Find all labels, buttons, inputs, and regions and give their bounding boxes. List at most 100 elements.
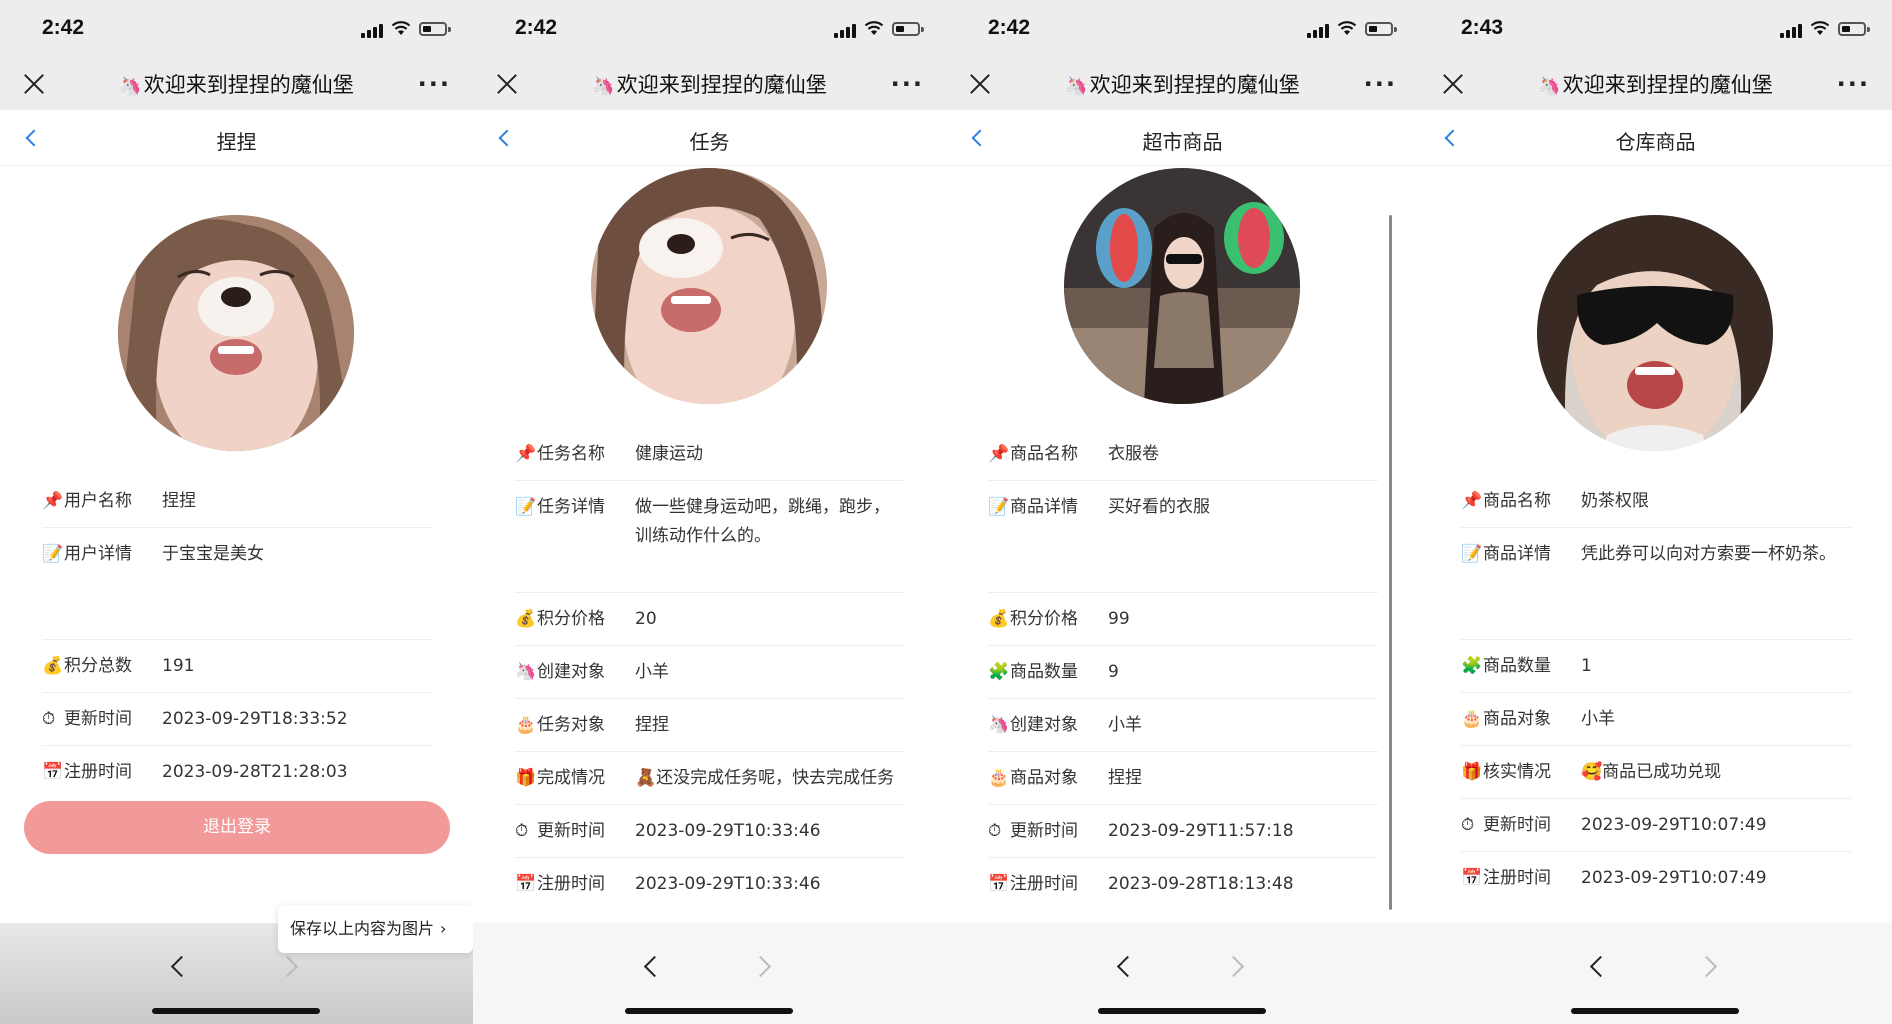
- money-bag-icon: 💰: [988, 609, 1010, 629]
- list-item: 📌商品名称 奶茶权限: [1461, 475, 1851, 528]
- app-title: 🦄欢迎来到捏捏的魔仙堡: [1538, 73, 1773, 97]
- save-as-image-button[interactable]: 保存以上内容为图片 ›: [278, 905, 473, 953]
- stopwatch-icon: ⏱: [42, 709, 56, 729]
- cake-icon: 🎂: [515, 715, 537, 735]
- more-menu-icon[interactable]: ···: [891, 70, 924, 98]
- screenshot-collage: 2:42 🦄欢迎来到捏捏的魔仙堡 ··· 捏捏 📌用户名称 捏捏 📝用户详情 于…: [0, 0, 1892, 1024]
- page-header: 任务: [473, 110, 946, 166]
- page-header: 超市商品: [946, 110, 1419, 166]
- browser-bottom-bar: [946, 923, 1419, 1024]
- phone-screen-task: 2:42 🦄欢迎来到捏捏的魔仙堡 ··· 任务 📌任务名称 健康运动 📝任务详情…: [473, 0, 946, 1024]
- page-header: 仓库商品: [1419, 110, 1892, 166]
- nav-forward-icon[interactable]: [1224, 953, 1250, 979]
- puzzle-icon: 🧩: [1461, 656, 1483, 676]
- nav-forward-icon[interactable]: [278, 953, 304, 979]
- more-menu-icon[interactable]: ···: [1364, 70, 1397, 98]
- home-indicator: [1098, 1008, 1266, 1014]
- avatar: [1064, 168, 1300, 404]
- info-list: 📌任务名称 健康运动 📝任务详情 做一些健身运动吧，跳绳，跑步，训练动作什么的。 💰…: [515, 428, 905, 911]
- page-header: 捏捏: [0, 110, 473, 166]
- nav-back-icon[interactable]: [165, 953, 191, 979]
- unicorn-icon: 🦄: [988, 715, 1010, 735]
- wechat-title-bar: 2:42 🦄欢迎来到捏捏的魔仙堡 ···: [473, 0, 946, 110]
- memo-icon: 📝: [1461, 544, 1483, 564]
- chevron-right-icon: ›: [440, 919, 447, 938]
- scrollbar[interactable]: [1389, 215, 1392, 910]
- list-item: 🧩商品数量 9: [988, 646, 1378, 699]
- battery-icon: [419, 22, 447, 36]
- avatar: [118, 215, 354, 451]
- list-item: 🎂商品对象 小羊: [1461, 693, 1851, 746]
- list-item: 🦄创建对象 小羊: [988, 699, 1378, 752]
- list-item: 💰积分价格 20: [515, 593, 905, 646]
- calendar-icon: 📅: [42, 762, 64, 782]
- battery-icon: [1838, 22, 1866, 36]
- list-item: 📌用户名称 捏捏: [42, 475, 432, 528]
- wifi-icon: [391, 21, 411, 35]
- nav-back-icon[interactable]: [638, 953, 664, 979]
- nav-back-icon[interactable]: [1584, 953, 1610, 979]
- list-item: ⏱ 更新时间 2023-09-29T10:07:49: [1461, 799, 1851, 852]
- logout-button[interactable]: 退出登录: [24, 801, 450, 854]
- list-item: 🎂商品对象 捏捏: [988, 752, 1378, 805]
- money-bag-icon: 💰: [515, 609, 537, 629]
- memo-icon: 📝: [988, 497, 1010, 517]
- calendar-icon: 📅: [1461, 868, 1483, 888]
- signal-icon: [361, 33, 365, 38]
- status-time: 2:42: [988, 16, 1031, 39]
- wechat-title-bar: 2:42 🦄欢迎来到捏捏的魔仙堡 ···: [0, 0, 473, 110]
- list-item: 🎁完成情况 🧸还没完成任务呢，快去完成任务: [515, 752, 905, 805]
- page-title: 任务: [689, 130, 730, 154]
- list-item: 📅注册时间 2023-09-29T10:33:46: [515, 858, 905, 911]
- more-menu-icon[interactable]: ···: [1837, 70, 1870, 98]
- battery-icon: [1365, 22, 1393, 36]
- info-list: 📌商品名称 奶茶权限 📝商品详情 凭此券可以向对方索要一杯奶茶。 🧩商品数量 1 🎂商…: [1461, 475, 1851, 905]
- gift-icon: 🎁: [1461, 762, 1483, 782]
- stopwatch-icon: ⏱: [515, 821, 529, 841]
- list-item: 🧩商品数量 1: [1461, 640, 1851, 693]
- home-indicator: [152, 1008, 320, 1014]
- pin-icon: 📌: [1461, 491, 1483, 511]
- cake-icon: 🎂: [1461, 709, 1483, 729]
- unicorn-icon: 🦄: [515, 662, 537, 682]
- page-title: 仓库商品: [1615, 130, 1696, 154]
- pin-icon: 📌: [988, 444, 1010, 464]
- unicorn-icon: 🦄: [1065, 76, 1088, 97]
- avatar: [591, 168, 827, 404]
- list-item: 🎂任务对象 捏捏: [515, 699, 905, 752]
- memo-icon: 📝: [515, 497, 537, 517]
- memo-icon: 📝: [42, 544, 64, 564]
- list-item: 💰积分总数 191: [42, 640, 432, 693]
- page-title: 捏捏: [216, 130, 257, 154]
- nav-back-icon[interactable]: [1111, 953, 1137, 979]
- puzzle-icon: 🧩: [988, 662, 1010, 682]
- unicorn-icon: 🦄: [592, 76, 615, 97]
- nav-forward-icon[interactable]: [1697, 953, 1723, 979]
- list-item: 📝商品详情 买好看的衣服: [988, 481, 1378, 593]
- status-icons: [1307, 20, 1397, 38]
- stopwatch-icon: ⏱: [1461, 815, 1475, 835]
- nav-forward-icon[interactable]: [751, 953, 777, 979]
- page-title: 超市商品: [1142, 130, 1223, 154]
- list-item: 📅注册时间 2023-09-29T10:07:49: [1461, 852, 1851, 905]
- list-item: ⏱ 更新时间 2023-09-29T11:57:18: [988, 805, 1378, 858]
- wechat-title-bar: 2:43 🦄欢迎来到捏捏的魔仙堡 ···: [1419, 0, 1892, 110]
- browser-bottom-bar: [473, 923, 946, 1024]
- list-item: 🎁核实情况 🥰商品已成功兑现: [1461, 746, 1851, 799]
- home-indicator: [625, 1008, 793, 1014]
- calendar-icon: 📅: [515, 874, 537, 894]
- unicorn-icon: 🦄: [1538, 76, 1561, 97]
- more-menu-icon[interactable]: ···: [418, 70, 451, 98]
- app-title: 🦄欢迎来到捏捏的魔仙堡: [592, 73, 827, 97]
- gift-icon: 🎁: [515, 768, 537, 788]
- status-time: 2:43: [1461, 16, 1504, 39]
- phone-screen-profile: 2:42 🦄欢迎来到捏捏的魔仙堡 ··· 捏捏 📌用户名称 捏捏 📝用户详情 于…: [0, 0, 473, 1024]
- phone-screen-market-item: 2:42 🦄欢迎来到捏捏的魔仙堡 ··· 超市商品 📌商品名称 衣服卷 📝商品详…: [946, 0, 1419, 1024]
- status-time: 2:42: [515, 16, 558, 39]
- wifi-icon: [864, 21, 884, 35]
- signal-icon: [1307, 33, 1311, 38]
- money-bag-icon: 💰: [42, 656, 64, 676]
- list-item: 📌任务名称 健康运动: [515, 428, 905, 481]
- avatar: [1537, 215, 1773, 451]
- app-title: 🦄欢迎来到捏捏的魔仙堡: [119, 73, 354, 97]
